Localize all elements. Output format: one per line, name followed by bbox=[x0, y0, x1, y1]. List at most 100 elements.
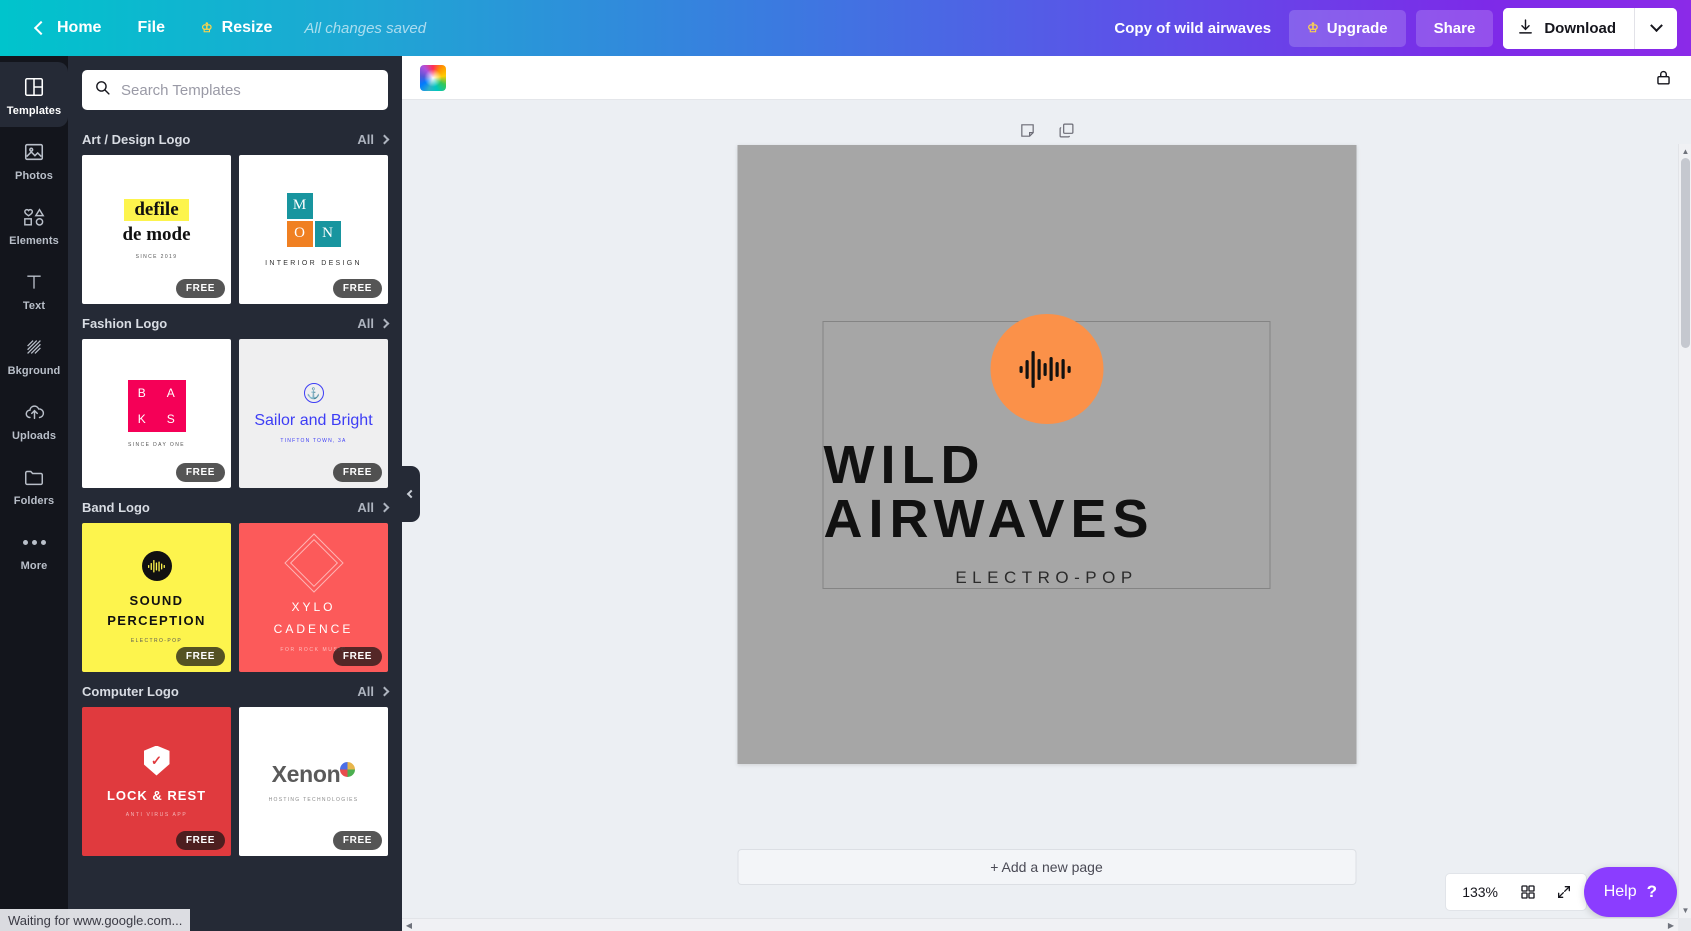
zoom-level-value[interactable]: 133% bbox=[1452, 884, 1508, 900]
category-all-link[interactable]: All bbox=[357, 500, 390, 515]
template-grid: B A K S SINCE DAY ONE FREE ⚓ Sailor and … bbox=[82, 339, 388, 488]
sidebar-item-background[interactable]: Bkground bbox=[0, 322, 68, 387]
template-line2: CADENCE bbox=[273, 622, 354, 636]
photos-icon bbox=[23, 139, 45, 165]
text-icon bbox=[24, 269, 44, 295]
document-title[interactable]: Copy of wild airwaves bbox=[1114, 20, 1271, 37]
category-title: Art / Design Logo bbox=[82, 132, 191, 147]
template-grid: ✓ LOCK & REST ANTI VIRUS APP FREE Xenon bbox=[82, 707, 388, 856]
template-card-baks[interactable]: B A K S SINCE DAY ONE FREE bbox=[82, 339, 231, 488]
sidebar-label: Elements bbox=[9, 235, 59, 247]
baks-letter: S bbox=[166, 411, 176, 426]
sidebar-item-templates[interactable]: Templates bbox=[0, 62, 68, 127]
scroll-right-arrow[interactable]: ▶ bbox=[1664, 919, 1678, 931]
download-label: Download bbox=[1544, 19, 1616, 37]
collapse-panel-button[interactable] bbox=[402, 465, 420, 522]
crown-icon: ♔ bbox=[1307, 20, 1319, 35]
help-label: Help bbox=[1603, 883, 1637, 900]
moon-letter: N bbox=[314, 220, 341, 247]
template-line2: PERCEPTION bbox=[107, 612, 206, 628]
help-button[interactable]: Help ? bbox=[1583, 867, 1677, 917]
logo-subtitle-text[interactable]: ELECTRO-POP bbox=[955, 568, 1137, 588]
top-bar-left-group: Home File ♔ Resize All changes saved bbox=[0, 11, 426, 45]
download-group: Download bbox=[1503, 7, 1677, 49]
template-subtitle: INTERIOR DESIGN bbox=[265, 259, 362, 267]
vertical-scroll-thumb[interactable] bbox=[1681, 158, 1690, 348]
top-bar: Home File ♔ Resize All changes saved Cop… bbox=[0, 0, 1691, 56]
scrollbar-corner bbox=[1678, 918, 1691, 931]
home-button[interactable]: Home bbox=[18, 11, 119, 45]
resize-button[interactable]: ♔ Resize bbox=[183, 11, 290, 45]
sidebar-item-uploads[interactable]: Uploads bbox=[0, 387, 68, 452]
free-badge: FREE bbox=[175, 831, 225, 850]
template-categories-scroll[interactable]: Art / Design Logo All defile de mode SIN… bbox=[68, 120, 402, 931]
search-input[interactable] bbox=[121, 81, 376, 99]
category-title: Computer Logo bbox=[82, 684, 179, 699]
lock-page-button[interactable] bbox=[1654, 68, 1673, 87]
category-title: Band Logo bbox=[82, 500, 150, 515]
scroll-left-arrow[interactable]: ◀ bbox=[402, 919, 416, 931]
color-picker-swatch[interactable] bbox=[420, 64, 446, 91]
search-icon bbox=[94, 79, 111, 101]
scroll-up-arrow[interactable]: ▲ bbox=[1679, 144, 1691, 158]
uploads-icon bbox=[23, 399, 46, 425]
logo-element-frame[interactable]: WILD AIRWAVES ELECTRO-POP bbox=[822, 313, 1271, 589]
sidebar-item-more[interactable]: More bbox=[0, 517, 68, 582]
left-rail: Templates Photos Elements Text Bkground … bbox=[0, 56, 68, 931]
template-card-sound-perception[interactable]: SOUND PERCEPTION ELECTRO-POP FREE bbox=[82, 523, 231, 672]
add-new-page-button[interactable]: + Add a new page bbox=[737, 849, 1356, 885]
download-icon bbox=[1517, 18, 1534, 39]
fullscreen-expand-icon[interactable] bbox=[1548, 877, 1580, 907]
sidebar-label: Bkground bbox=[7, 365, 61, 377]
soundwave-logo-circle[interactable] bbox=[990, 313, 1103, 424]
design-page[interactable]: WILD AIRWAVES ELECTRO-POP bbox=[737, 145, 1356, 764]
template-card-lock-and-rest[interactable]: ✓ LOCK & REST ANTI VIRUS APP FREE bbox=[82, 707, 231, 856]
defile-highlight: defile bbox=[124, 199, 189, 221]
sidebar-item-elements[interactable]: Elements bbox=[0, 192, 68, 257]
category-all-link[interactable]: All bbox=[357, 684, 390, 699]
canvas-area[interactable]: WILD AIRWAVES ELECTRO-POP + Add a new pa… bbox=[402, 100, 1691, 931]
scroll-down-arrow[interactable]: ▼ bbox=[1679, 903, 1691, 917]
sidebar-item-photos[interactable]: Photos bbox=[0, 127, 68, 192]
add-page-label: + Add a new page bbox=[990, 859, 1103, 875]
download-button[interactable]: Download bbox=[1503, 7, 1634, 49]
template-title: LOCK & REST bbox=[106, 787, 207, 803]
template-line1: SOUND bbox=[129, 593, 184, 609]
moon-letter: O bbox=[286, 220, 313, 247]
sidebar-label: Photos bbox=[15, 170, 53, 182]
vertical-scrollbar[interactable]: ▲ ▼ bbox=[1678, 144, 1691, 931]
save-status-text: All changes saved bbox=[304, 19, 427, 37]
more-icon bbox=[22, 529, 46, 555]
all-label: All bbox=[357, 684, 374, 699]
template-card-moon-interior-design[interactable]: M O N INTERIOR DESIGN FREE bbox=[239, 155, 388, 304]
category-all-link[interactable]: All bbox=[357, 316, 390, 331]
add-note-icon[interactable] bbox=[1019, 122, 1036, 144]
duplicate-page-icon[interactable] bbox=[1058, 122, 1075, 144]
all-label: All bbox=[357, 316, 374, 331]
category-title: Fashion Logo bbox=[82, 316, 168, 331]
template-card-xenon[interactable]: Xenon HOSTING TECHNOLOGIES FREE bbox=[239, 707, 388, 856]
search-box[interactable] bbox=[82, 70, 388, 110]
upgrade-button[interactable]: ♔ Upgrade bbox=[1289, 9, 1406, 47]
horizontal-scrollbar[interactable]: ◀ ▶ bbox=[402, 918, 1678, 931]
shield-check-icon: ✓ bbox=[143, 745, 170, 776]
sidebar-label: Text bbox=[22, 300, 46, 312]
sidebar-item-folders[interactable]: Folders bbox=[0, 452, 68, 517]
template-card-xylo-cadence[interactable]: XYLO CADENCE FOR ROCK MUSIC FREE bbox=[239, 523, 388, 672]
template-subtitle: HOSTING TECHNOLOGIES bbox=[268, 796, 359, 803]
grid-view-icon[interactable] bbox=[1512, 877, 1544, 907]
logo-title-text[interactable]: WILD AIRWAVES bbox=[824, 438, 1270, 546]
download-options-button[interactable] bbox=[1635, 7, 1677, 49]
template-subtitle: ELECTRO-POP bbox=[130, 637, 183, 644]
file-menu-button[interactable]: File bbox=[119, 11, 183, 45]
crown-icon: ♔ bbox=[201, 20, 213, 35]
resize-label: Resize bbox=[221, 19, 273, 36]
template-card-sailor-and-bright[interactable]: ⚓ Sailor and Bright TINFTON TOWN, 3A FRE… bbox=[239, 339, 388, 488]
sidebar-item-text[interactable]: Text bbox=[0, 257, 68, 322]
sidebar-label: Templates bbox=[6, 105, 62, 117]
category-all-link[interactable]: All bbox=[357, 132, 390, 147]
share-button[interactable]: Share bbox=[1415, 9, 1494, 47]
template-card-defile-de-mode[interactable]: defile de mode SINCE 2019 FREE bbox=[82, 155, 231, 304]
sidebar-label: Uploads bbox=[11, 430, 57, 442]
anchor-icon: ⚓ bbox=[303, 383, 324, 403]
